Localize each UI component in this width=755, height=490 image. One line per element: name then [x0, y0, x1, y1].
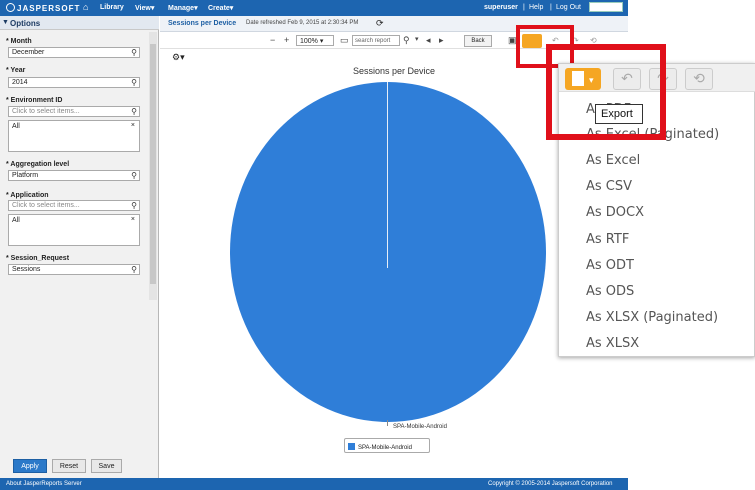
search-icon[interactable]: ⚲: [131, 201, 137, 210]
search-icon[interactable]: ⚲: [131, 265, 137, 274]
search-icon[interactable]: ⚲: [131, 48, 137, 57]
footer: About JasperReports Server Copyright © 2…: [0, 478, 628, 490]
report-title: Sessions per Device: [168, 20, 237, 27]
copyright: Copyright © 2005-2014 Jaspersoft Corpora…: [488, 481, 613, 487]
application-label: * Application: [6, 192, 49, 199]
undo-all-icon[interactable]: ⟲: [685, 68, 713, 90]
back-button[interactable]: Back: [464, 35, 492, 47]
gear-icon[interactable]: ⚙▾: [172, 52, 185, 63]
session-request-label: * Session_Request: [6, 255, 70, 262]
highlight-box: [546, 44, 666, 140]
data-label-leader: [387, 420, 388, 426]
zoom-select[interactable]: 100% ▾: [296, 35, 334, 46]
search-icon[interactable]: ⚲: [403, 35, 410, 46]
nav-manage[interactable]: Manage▾: [168, 4, 198, 12]
logout-link[interactable]: Log Out: [556, 4, 581, 11]
export-as-rtf[interactable]: As RTF: [586, 232, 629, 247]
export-as-odt[interactable]: As ODT: [586, 258, 634, 273]
home-icon[interactable]: ⌂: [83, 2, 88, 12]
jaspersoft-logo: JASPERSOFT: [6, 3, 80, 13]
month-field[interactable]: December ⚲: [8, 47, 140, 58]
search-icon[interactable]: ⚲: [131, 78, 137, 87]
remove-icon[interactable]: ×: [131, 122, 135, 129]
nav-view[interactable]: View▾: [135, 4, 154, 12]
export-as-ods[interactable]: As ODS: [586, 284, 634, 299]
nav-library[interactable]: Library: [100, 4, 124, 11]
zoom-out-icon[interactable]: −: [270, 35, 275, 45]
search-icon[interactable]: ⚲: [131, 107, 137, 116]
pie-slice: [230, 82, 546, 422]
environment-id-field[interactable]: Click to select items... ⚲: [8, 106, 140, 117]
refresh-icon[interactable]: ⟳: [376, 18, 384, 29]
nav-create[interactable]: Create▾: [208, 4, 233, 12]
zoom-in-icon[interactable]: +: [284, 35, 289, 45]
session-request-field[interactable]: Sessions ⚲: [8, 264, 140, 275]
reset-button[interactable]: Reset: [52, 459, 86, 473]
export-as-xlsx-paginated[interactable]: As XLSX (Paginated): [586, 310, 718, 325]
options-header[interactable]: ▼ Options: [0, 16, 159, 30]
refresh-timestamp: Date refreshed Feb 9, 2015 at 2:30:34 PM: [246, 20, 359, 26]
export-as-excel[interactable]: As Excel: [586, 153, 640, 168]
aggregation-level-label: * Aggregation level: [6, 161, 70, 168]
application-list[interactable]: All ×: [8, 214, 140, 246]
application-field[interactable]: Click to select items... ⚲: [8, 200, 140, 211]
zoom-fit-icon[interactable]: ▭: [340, 35, 349, 46]
chart-title: Sessions per Device: [352, 66, 436, 76]
export-as-csv[interactable]: As CSV: [586, 179, 632, 194]
username: superuser: [484, 4, 518, 11]
environment-id-label: * Environment ID: [6, 97, 63, 104]
slice-border: [387, 82, 388, 268]
year-label: * Year: [6, 67, 26, 74]
chart-legend[interactable]: SPA-Mobile-Android: [344, 438, 430, 453]
legend-swatch: [348, 443, 355, 450]
search-options-icon[interactable]: ▾: [415, 35, 419, 43]
legend-label: SPA-Mobile-Android: [358, 445, 412, 451]
help-link[interactable]: Help: [529, 4, 543, 11]
environment-id-list[interactable]: All ×: [8, 120, 140, 152]
about-link[interactable]: About JasperReports Server: [6, 481, 82, 487]
global-search-input[interactable]: [589, 2, 623, 12]
options-scrollbar[interactable]: [149, 32, 157, 300]
export-as-xlsx[interactable]: As XLSX: [586, 336, 639, 351]
report-search-input[interactable]: search report: [352, 35, 400, 46]
remove-icon[interactable]: ×: [131, 216, 135, 223]
data-label: SPA-Mobile-Android: [393, 424, 447, 430]
prev-result-icon[interactable]: ◂: [426, 35, 431, 46]
export-as-docx[interactable]: As DOCX: [586, 205, 644, 220]
save-button[interactable]: Save: [91, 459, 122, 473]
top-nav-bar: JASPERSOFT ⌂ Library View▾ Manage▾ Creat…: [0, 0, 628, 16]
year-field[interactable]: 2014 ⚲: [8, 77, 140, 88]
search-icon[interactable]: ⚲: [131, 171, 137, 180]
next-result-icon[interactable]: ▸: [439, 35, 444, 46]
options-panel: ▼ Options * Month December ⚲ * Year 2014 ⚲…: [0, 16, 159, 478]
month-label: * Month: [6, 38, 32, 45]
apply-button[interactable]: Apply: [13, 459, 47, 473]
aggregation-level-field[interactable]: Platform ⚲: [8, 170, 140, 181]
collapse-icon[interactable]: ▼: [2, 19, 9, 26]
